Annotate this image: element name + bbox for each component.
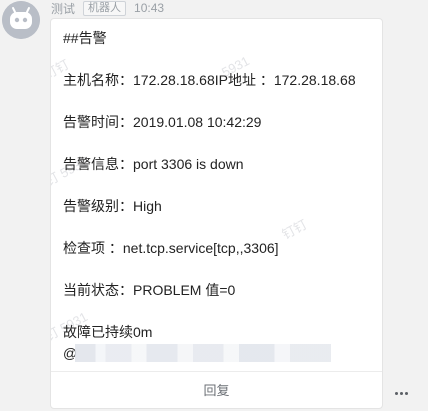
robot-avatar[interactable] xyxy=(2,1,40,39)
alert-level-line: 告警级别：High xyxy=(63,198,162,214)
check-item-line: 检查项 ：net.tcp.service[tcp,,3306] xyxy=(63,240,279,256)
reply-button[interactable]: 回复 xyxy=(51,374,382,404)
mention-redacted xyxy=(75,344,331,362)
alert-heading: ##告警 xyxy=(63,30,107,46)
alert-info-line: 告警信息：port 3306 is down xyxy=(63,156,244,172)
watermark-text: 钉钉 xyxy=(279,216,310,243)
card-divider xyxy=(51,371,382,372)
alert-time-line: 告警时间：2019.01.08 10:42:29 xyxy=(63,114,262,130)
robot-icon xyxy=(2,1,40,39)
message-time: 10:43 xyxy=(134,1,165,15)
sender-name[interactable]: 测试 xyxy=(51,0,75,17)
host-line: 主机名称：172.28.18.68IP地址 ：172.28.18.68 xyxy=(63,72,356,88)
more-options-icon[interactable] xyxy=(391,386,411,400)
message-header: 测试 机器人 10:43 xyxy=(51,0,164,16)
current-status-line: 当前状态：PROBLEM 值=0 xyxy=(63,282,236,298)
fault-duration-line: 故障已持续0m xyxy=(63,324,153,340)
message-card[interactable]: 钉钉 5931 钉钉 5931 钉钉 钉钉 5931 ##告警 主机名称：172… xyxy=(50,18,383,409)
robot-badge: 机器人 xyxy=(83,0,127,16)
